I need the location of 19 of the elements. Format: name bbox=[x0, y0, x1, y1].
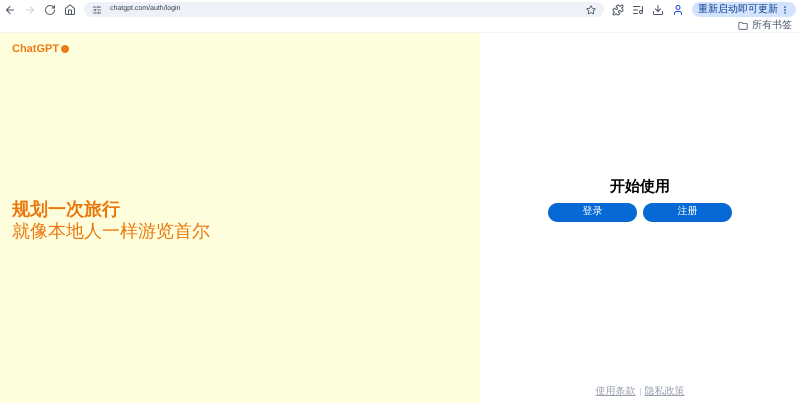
brand-name: ChatGPT bbox=[12, 42, 60, 57]
extensions-icon[interactable] bbox=[612, 4, 624, 16]
update-button[interactable]: 重新启动即可更新 bbox=[692, 2, 796, 17]
profile-icon[interactable] bbox=[672, 4, 684, 16]
folder-icon[interactable] bbox=[738, 20, 748, 30]
reload-icon[interactable] bbox=[44, 4, 56, 16]
footer-link[interactable]: 隐私政策 bbox=[644, 384, 684, 399]
home-icon[interactable] bbox=[64, 4, 76, 16]
back-icon[interactable] bbox=[4, 4, 16, 16]
site-info-icon[interactable] bbox=[92, 4, 102, 14]
download-icon[interactable] bbox=[652, 4, 664, 16]
bookmark-star-icon[interactable] bbox=[586, 4, 596, 14]
hero-subtitle: 就像本地人一样游览首尔 bbox=[12, 220, 211, 242]
media-icon[interactable] bbox=[632, 4, 644, 16]
hero-title: 规划一次旅行 bbox=[12, 198, 121, 220]
auth-heading: 开始使用 bbox=[610, 177, 670, 197]
all-bookmarks[interactable]: 所有书签 bbox=[752, 20, 792, 30]
signup-button[interactable]: 注册 bbox=[643, 202, 732, 222]
login-button[interactable]: 登录 bbox=[548, 202, 637, 222]
